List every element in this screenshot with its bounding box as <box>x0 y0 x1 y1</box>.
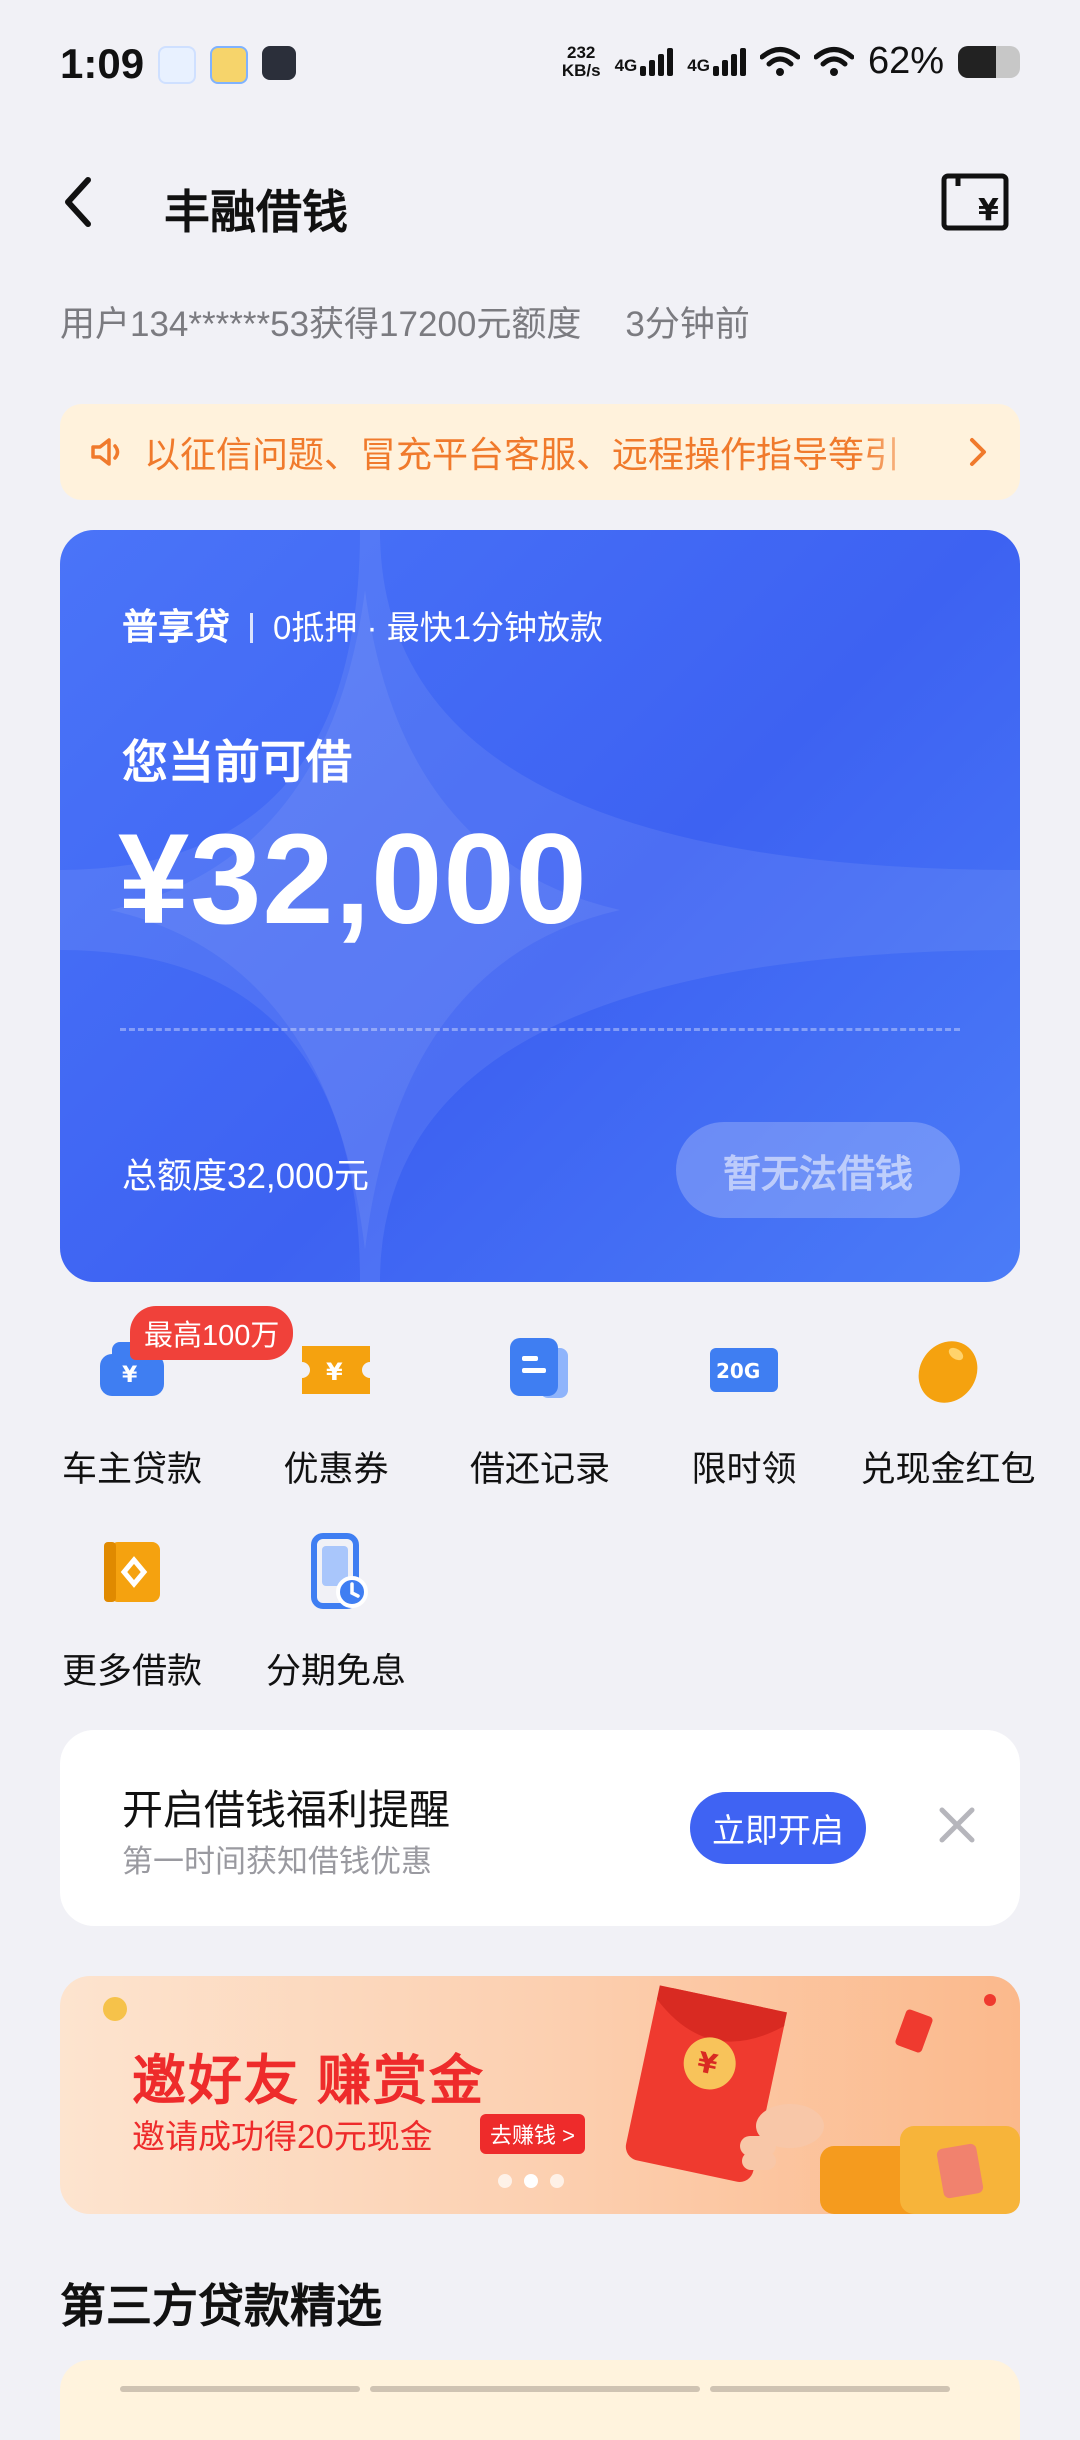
svg-text:¥: ¥ <box>326 1358 343 1386</box>
svg-text:¥: ¥ <box>978 193 999 228</box>
enable-reminder-button[interactable]: 立即开启 <box>690 1792 866 1864</box>
quick-label: 限时领 <box>691 1450 797 1489</box>
coin-icon <box>103 1997 127 2021</box>
quick-limited-offer[interactable]: 20G 限时领 <box>642 1330 846 1492</box>
quick-loan-records[interactable]: 借还记录 <box>438 1330 642 1492</box>
quick-label: 兑现金红包 <box>860 1450 1036 1489</box>
borrow-button[interactable]: 暂无法借钱 <box>676 1122 960 1218</box>
signal-bars-icon <box>640 47 674 76</box>
battery-percent: 62% <box>867 40 944 82</box>
available-label: 您当前可借 <box>122 736 352 788</box>
page-title: 丰融借钱 <box>164 186 348 238</box>
ticker-time: 3分钟前 <box>625 305 750 344</box>
earn-money-pill[interactable]: 去赚钱 > <box>480 2114 585 2154</box>
quick-label: 更多借款 <box>61 1652 202 1691</box>
product-heading: 普享贷 0抵押 · 最快1分钟放款 <box>122 598 603 650</box>
notice-text: 以征信问题、冒充平台客服、远程操作指导等引 <box>144 434 901 475</box>
carousel-dot <box>524 2174 538 2188</box>
card-divider <box>120 1028 960 1031</box>
status-time: 1:09 <box>60 40 145 87</box>
app-notification-icon <box>158 46 196 84</box>
quick-label: 车主贷款 <box>61 1450 202 1489</box>
available-amount: ¥32,000 <box>118 808 588 951</box>
svg-text:¥: ¥ <box>122 1363 138 1388</box>
quick-interest-free[interactable]: 分期免息 <box>234 1532 438 1694</box>
wifi-icon <box>759 46 800 76</box>
user-credit-ticker: 用户134******53获得17200元额度 3分钟前 <box>60 296 750 347</box>
card-tab-strip <box>120 2386 960 2392</box>
quick-coupons[interactable]: ¥ 优惠券 <box>234 1330 438 1492</box>
more-loans-icon <box>104 1542 160 1602</box>
product-name: 普享贷 <box>122 606 231 647</box>
signal-bars-icon <box>712 47 746 76</box>
network-type-label: 4G <box>614 55 638 75</box>
quick-more-loans[interactable]: 更多借款 <box>30 1532 234 1694</box>
quick-label: 借还记录 <box>469 1450 610 1489</box>
third-party-loan-card[interactable] <box>60 2360 1020 2440</box>
red-envelope-illustration: ¥ <box>625 1985 1020 2214</box>
section-title: 第三方贷款精选 <box>60 2280 382 2332</box>
back-arrow-icon[interactable] <box>58 172 98 232</box>
gold-bean-icon <box>918 1341 978 1403</box>
tab-strip-segment <box>370 2386 700 2392</box>
signal-sim2: 4G <box>687 47 746 76</box>
total-credit: 总额度32,000元 <box>122 1157 370 1196</box>
speaker-icon <box>91 438 120 466</box>
svg-text:20G: 20G <box>716 1359 760 1383</box>
product-subtitle: 0抵押 · 最快1分钟放款 <box>273 609 604 646</box>
network-speed-value: 232 <box>567 42 596 62</box>
coupon-icon: ¥ <box>302 1346 370 1394</box>
wallet-icon[interactable]: ¥ <box>940 172 1010 232</box>
app-notification-icon <box>262 46 296 80</box>
carousel-dot <box>498 2174 512 2188</box>
carousel-dots <box>498 2174 564 2188</box>
banner-title: 邀好友 赚赏金 <box>132 2051 486 2111</box>
status-app-icons <box>158 46 296 84</box>
reminder-title: 开启借钱福利提醒 <box>122 1787 450 1833</box>
tab-strip-segment <box>710 2386 950 2392</box>
chevron-right-icon <box>970 438 986 466</box>
quick-label: 分期免息 <box>265 1652 406 1691</box>
network-type-label: 4G <box>687 55 710 75</box>
phone-installment-icon <box>311 1533 368 1609</box>
app-notification-icon <box>210 46 248 84</box>
battery-icon <box>958 45 1020 78</box>
status-indicators: 232 KB/s 4G 4G 62% <box>562 40 1020 83</box>
close-icon[interactable] <box>934 1802 980 1848</box>
quick-cash-redpacket[interactable]: 兑现金红包 <box>846 1330 1050 1492</box>
tab-strip-segment <box>120 2386 360 2392</box>
wifi-icon <box>813 46 854 76</box>
divider <box>250 613 254 643</box>
carousel-dot <box>550 2174 564 2188</box>
notice-fade <box>860 414 940 490</box>
ticker-text: 用户134******53获得17200元额度 <box>60 305 582 344</box>
network-speed: 232 KB/s <box>561 42 601 80</box>
quick-label: 优惠券 <box>283 1450 389 1489</box>
battery-fill <box>958 45 997 78</box>
records-icon <box>510 1338 568 1398</box>
data-pack-icon: 20G <box>710 1348 778 1392</box>
banner-subtitle: 邀请成功得20元现金 <box>132 2118 433 2155</box>
network-speed-unit: KB/s <box>561 60 601 80</box>
reminder-subtitle: 第一时间获知借钱优惠 <box>122 1844 432 1879</box>
signal-sim1: 4G <box>614 47 674 76</box>
